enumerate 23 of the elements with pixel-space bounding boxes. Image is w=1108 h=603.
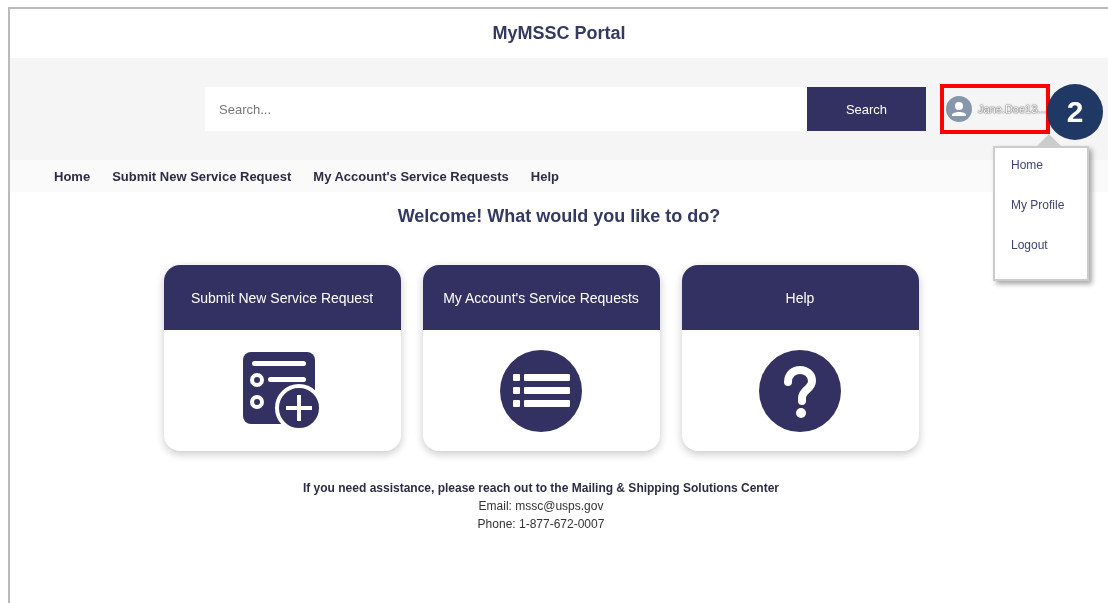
footer-text: If you need assistance, please reach out to the Mailing & Shipping Solutions Center xyxy=(301,480,781,497)
user-name[interactable]: Jane.Doe13... xyxy=(978,103,1047,115)
search-field[interactable]: Search... xyxy=(205,87,807,131)
footer-text: Phone: 1-877-672-0007 xyxy=(476,516,606,533)
nav-link[interactable]: Help xyxy=(530,168,559,184)
menu-item[interactable]: Logout xyxy=(1011,238,1087,252)
card-title[interactable]: My Account's Service Requests xyxy=(422,265,660,330)
question-icon xyxy=(759,349,841,432)
action-card[interactable]: Submit New Service Request xyxy=(163,265,401,451)
portal-title: MyMSSC Portal xyxy=(492,23,626,44)
nav-link[interactable]: My Account's Service Requests xyxy=(313,168,509,184)
nav-link[interactable]: Home xyxy=(54,168,91,184)
card-title[interactable]: Submit New Service Request xyxy=(163,265,401,330)
card-title[interactable]: Help xyxy=(681,265,919,330)
footer-text: Email: mssc@usps.gov xyxy=(477,498,605,515)
menu-item[interactable]: Home xyxy=(1011,158,1087,172)
action-card[interactable]: My Account's Service Requests xyxy=(422,265,660,451)
menu-item[interactable]: My Profile xyxy=(1011,198,1087,212)
action-card[interactable]: Help xyxy=(681,265,919,451)
avatar-icon[interactable] xyxy=(946,96,972,122)
nav-link[interactable]: Submit New Service Request xyxy=(112,168,292,184)
search-button[interactable]: Search xyxy=(807,87,926,131)
list-icon xyxy=(500,349,582,432)
